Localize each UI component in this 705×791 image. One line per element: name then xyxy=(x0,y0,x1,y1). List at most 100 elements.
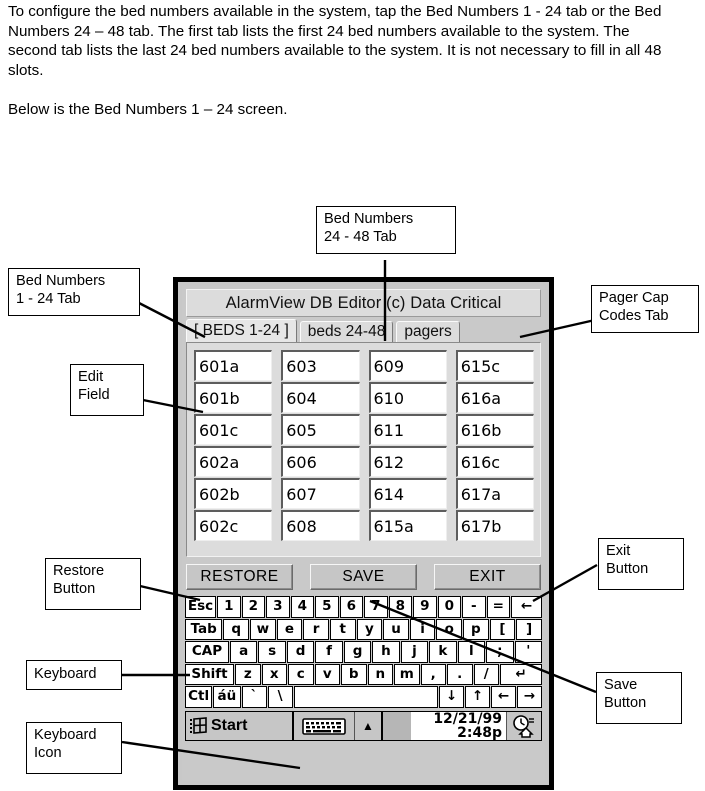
key-c[interactable]: c xyxy=(288,663,314,685)
bed-edit-field[interactable]: 617a xyxy=(455,478,534,509)
key-d[interactable]: d xyxy=(286,641,315,663)
bed-edit-field[interactable]: 602b xyxy=(194,478,273,509)
key-0[interactable]: 0 xyxy=(437,596,462,618)
bed-edit-field[interactable]: 616c xyxy=(455,446,534,477)
callout-bed-numbers-1-24-tab: Bed Numbers 1 - 24 Tab xyxy=(8,268,140,316)
key-i[interactable]: i xyxy=(409,618,436,640)
key-[interactable]: áü xyxy=(213,686,241,708)
bed-edit-field[interactable]: 604 xyxy=(281,382,360,413)
key-x[interactable]: x xyxy=(261,663,287,685)
keyboard-row-4: Shift z x c v b n m,. / ↵ xyxy=(185,663,542,685)
keyboard-row-3: CAP a s d f g h j k l; ' xyxy=(185,641,542,663)
key-[interactable]: ↑ xyxy=(465,686,491,708)
key-h[interactable]: h xyxy=(372,641,400,663)
exit-button[interactable]: EXIT xyxy=(434,564,541,590)
bed-edit-field[interactable]: 608 xyxy=(281,510,360,541)
key-w[interactable]: w xyxy=(250,618,276,640)
key-s[interactable]: s xyxy=(258,641,286,663)
key-l[interactable]: l xyxy=(457,641,486,663)
key-5[interactable]: 5 xyxy=(315,596,339,618)
on-screen-keyboard[interactable]: Esc 1 2 3 4 5 6 7 8 9 0- = ← Tab q w e r t y u i o p[] CAP a s d f g h… xyxy=(185,596,543,708)
key-6[interactable]: 6 xyxy=(339,596,364,618)
key-u[interactable]: u xyxy=(383,618,409,640)
bed-edit-field[interactable]: 615c xyxy=(455,350,534,381)
key-cap[interactable]: CAP xyxy=(185,641,229,663)
key-[interactable]: ` xyxy=(241,686,267,708)
key-2[interactable]: 2 xyxy=(241,596,266,618)
bed-edit-field[interactable]: 601c xyxy=(194,414,273,445)
key-[interactable]: [ xyxy=(489,618,516,640)
bed-edit-field[interactable]: 612 xyxy=(368,446,447,477)
key-[interactable]: = xyxy=(486,596,511,618)
tab-3[interactable]: pagers xyxy=(396,321,460,342)
keyboard-expand-arrow[interactable]: ▲ xyxy=(355,711,383,740)
key-[interactable]: ' xyxy=(514,641,542,663)
key-[interactable]: . xyxy=(447,663,473,685)
key-a[interactable]: a xyxy=(230,641,258,663)
bed-edit-field[interactable]: 603 xyxy=(281,350,360,381)
key-n[interactable]: n xyxy=(367,663,393,685)
key-[interactable]: ← xyxy=(491,686,516,708)
bed-edit-field[interactable]: 605 xyxy=(281,414,360,445)
key-v[interactable]: v xyxy=(314,663,340,685)
bed-edit-field[interactable]: 601a xyxy=(194,350,273,381)
key-shift[interactable]: Shift xyxy=(185,663,234,685)
key-f[interactable]: f xyxy=(315,641,343,663)
key-z[interactable]: z xyxy=(235,663,261,685)
key-[interactable]: \ xyxy=(267,686,293,708)
key-o[interactable]: o xyxy=(436,618,463,640)
key-r[interactable]: r xyxy=(303,618,329,640)
system-tray[interactable] xyxy=(506,711,541,740)
key-e[interactable]: e xyxy=(276,618,303,640)
bed-edit-field[interactable]: 607 xyxy=(281,478,360,509)
key-3[interactable]: 3 xyxy=(266,596,290,618)
bed-edit-field[interactable]: 609 xyxy=(368,350,447,381)
key-[interactable]: ↵ xyxy=(500,663,542,685)
bed-edit-field[interactable]: 606 xyxy=(281,446,360,477)
key-[interactable]: → xyxy=(517,686,542,708)
tab-1[interactable]: [ BEDS 1-24 ] xyxy=(186,319,297,342)
key-k[interactable]: k xyxy=(429,641,457,663)
key-8[interactable]: 8 xyxy=(388,596,413,618)
taskbar-clock[interactable]: 12/21/99 2:48p xyxy=(411,711,506,740)
key-b[interactable]: b xyxy=(341,663,367,685)
key-4[interactable]: 4 xyxy=(290,596,315,618)
key-9[interactable]: 9 xyxy=(413,596,437,618)
key-j[interactable]: j xyxy=(400,641,429,663)
bed-edit-field[interactable]: 616b xyxy=(455,414,534,445)
key-g[interactable]: g xyxy=(343,641,372,663)
bed-edit-field[interactable]: 610 xyxy=(368,382,447,413)
key-7[interactable]: 7 xyxy=(364,596,388,618)
save-button[interactable]: SAVE xyxy=(310,564,417,590)
bed-edit-field[interactable]: 602a xyxy=(194,446,273,477)
bed-edit-field[interactable]: 602c xyxy=(194,510,273,541)
bed-edit-field[interactable]: 615a xyxy=(368,510,447,541)
restore-button[interactable]: RESTORE xyxy=(186,564,293,590)
key-ctl[interactable]: Ctl xyxy=(185,686,213,708)
bed-edit-field[interactable]: 611 xyxy=(368,414,447,445)
key-tab[interactable]: Tab xyxy=(185,618,223,640)
key-q[interactable]: q xyxy=(223,618,250,640)
key-[interactable]: ↓ xyxy=(439,686,465,708)
key-space[interactable] xyxy=(293,686,439,708)
key-m[interactable]: m xyxy=(394,663,420,685)
start-button[interactable]: Start xyxy=(186,711,294,740)
key-[interactable]: ← xyxy=(511,596,543,618)
key-[interactable]: - xyxy=(462,596,486,618)
tab-2[interactable]: beds 24-48 xyxy=(299,321,394,342)
key-1[interactable]: 1 xyxy=(217,596,241,618)
key-t[interactable]: t xyxy=(329,618,356,640)
key-[interactable]: / xyxy=(473,663,499,685)
bed-edit-field[interactable]: 614 xyxy=(368,478,447,509)
key-p[interactable]: p xyxy=(463,618,489,640)
key-esc[interactable]: Esc xyxy=(185,596,217,618)
key-y[interactable]: y xyxy=(356,618,383,640)
bed-edit-field[interactable]: 616a xyxy=(455,382,534,413)
key-[interactable]: ] xyxy=(516,618,542,640)
key-[interactable]: ; xyxy=(486,641,514,663)
bed-edit-field[interactable]: 601b xyxy=(194,382,273,413)
key-[interactable]: , xyxy=(420,663,446,685)
bed-edit-field[interactable]: 617b xyxy=(455,510,534,541)
keyboard-icon[interactable] xyxy=(294,711,355,740)
bed-column-4: 615c 616a 616b 616c 617a 617b xyxy=(455,350,534,548)
